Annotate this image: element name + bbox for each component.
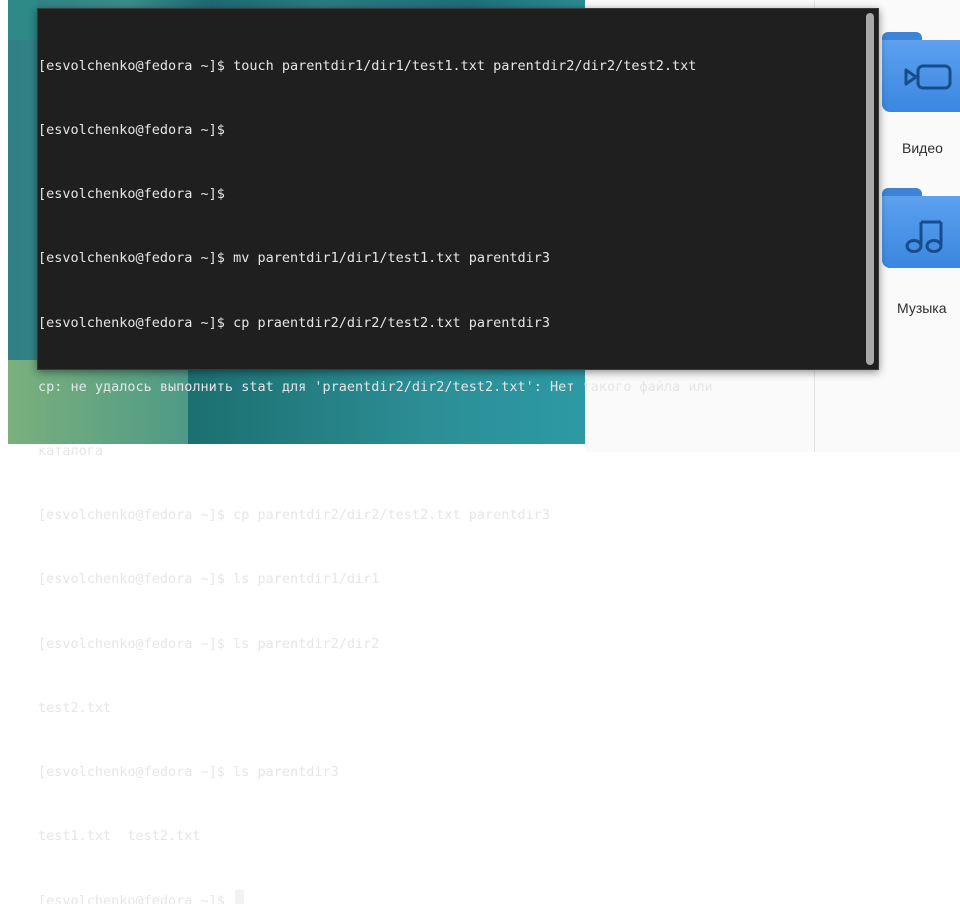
terminal-line: [esvolchenko@fedora ~]$ ls parentdir3 — [38, 764, 339, 781]
terminal-line: [esvolchenko@fedora ~]$ cp praentdir2/di… — [38, 314, 551, 331]
screen-edge — [0, 0, 8, 452]
video-icon — [904, 64, 952, 90]
terminal-line: test2.txt — [38, 699, 112, 716]
terminal-line: cp: не удалось выполнить stat для 'praen… — [38, 378, 713, 395]
terminal-cursor — [235, 890, 245, 904]
terminal-output[interactable]: [esvolchenko@fedora ~]$ touch parentdir1… — [38, 13, 862, 904]
folder-body — [882, 196, 960, 268]
terminal-line: [esvolchenko@fedora ~]$ touch parentdir1… — [38, 57, 697, 74]
terminal-line: [esvolchenko@fedora ~]$ cp parentdir2/di… — [38, 507, 551, 524]
wallpaper-fragment — [8, 0, 38, 40]
folder-video[interactable] — [882, 32, 960, 112]
terminal-line: [esvolchenko@fedora ~]$ — [38, 186, 225, 203]
terminal-line: [esvolchenko@fedora ~]$ — [38, 122, 225, 139]
music-note-icon — [905, 220, 943, 253]
terminal-line: [esvolchenko@fedora ~]$ mv parentdir1/di… — [38, 250, 551, 267]
terminal-scrollbar[interactable] — [866, 13, 874, 365]
folder-body — [882, 40, 960, 112]
terminal-window[interactable]: [esvolchenko@fedora ~]$ touch parentdir1… — [37, 8, 879, 904]
terminal-prompt-line[interactable]: [esvolchenko@fedora ~]$ — [38, 890, 862, 904]
terminal-line: test1.txt test2.txt — [38, 828, 201, 845]
folder-label-video[interactable]: Видео — [902, 140, 943, 156]
terminal-line: [esvolchenko@fedora ~]$ ls parentdir1/di… — [38, 571, 380, 588]
folder-label-music[interactable]: Музыка — [897, 300, 947, 316]
terminal-prompt: [esvolchenko@fedora ~]$ — [38, 893, 234, 904]
terminal-line: [esvolchenko@fedora ~]$ ls parentdir2/di… — [38, 635, 380, 652]
folder-music[interactable] — [882, 188, 960, 268]
